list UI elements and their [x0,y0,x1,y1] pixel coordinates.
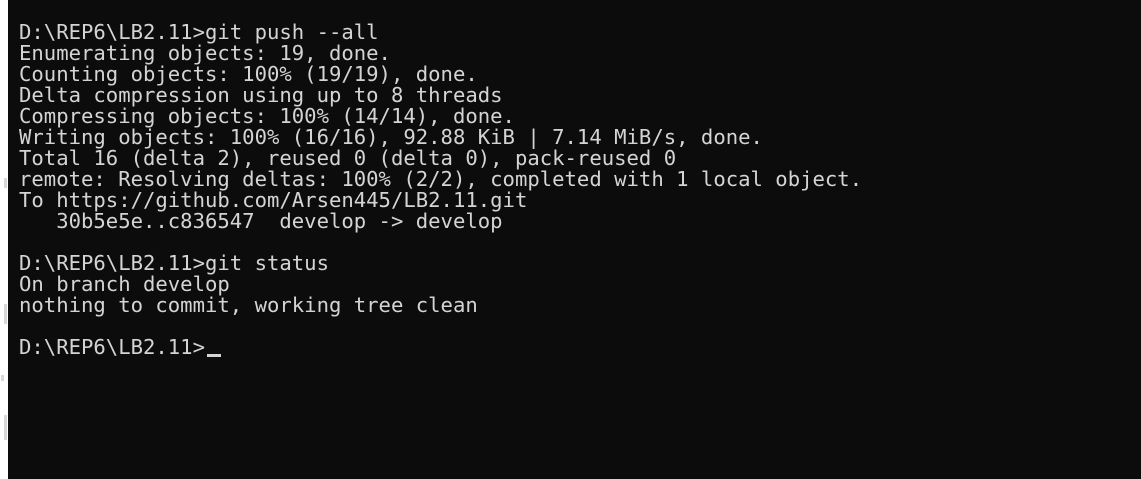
terminal-line: Compressing objects: 100% (14/14), done. [19,104,515,128]
terminal-output: D:\REP6\LB2.11>git push --all Enumerating… [19,22,862,358]
terminal-line: Writing objects: 100% (16/16), 92.88 KiB… [19,125,763,149]
terminal-line: To https://github.com/Arsen445/LB2.11.gi… [19,188,528,212]
terminal-prompt: D:\REP6\LB2.11> [19,335,205,359]
terminal-prompt-line[interactable]: D:\REP6\LB2.11> [19,337,862,358]
terminal-line: Delta compression using up to 8 threads [19,83,503,107]
terminal-window[interactable]: D:\REP6\LB2.11>git push --all Enumerating… [8,0,1141,479]
terminal-line: Counting objects: 100% (19/19), done. [19,62,478,86]
terminal-line-command: D:\REP6\LB2.11>git push --all [19,20,379,44]
terminal-line: nothing to commit, working tree clean [19,293,478,317]
terminal-line: Enumerating objects: 19, done. [19,41,391,65]
terminal-line-command: D:\REP6\LB2.11>git status [19,251,329,275]
terminal-line: Total 16 (delta 2), reused 0 (delta 0), … [19,146,677,170]
edge-mark [4,178,7,188]
edge-mark [4,415,7,440]
terminal-line: 30b5e5e..c836547 develop -> develop [19,209,503,233]
edge-mark [1,375,4,381]
text-cursor [206,354,221,357]
terminal-line: On branch develop [19,272,230,296]
edge-mark [4,304,7,324]
terminal-line: remote: Resolving deltas: 100% (2/2), co… [19,167,863,191]
window-left-edge [0,0,8,479]
